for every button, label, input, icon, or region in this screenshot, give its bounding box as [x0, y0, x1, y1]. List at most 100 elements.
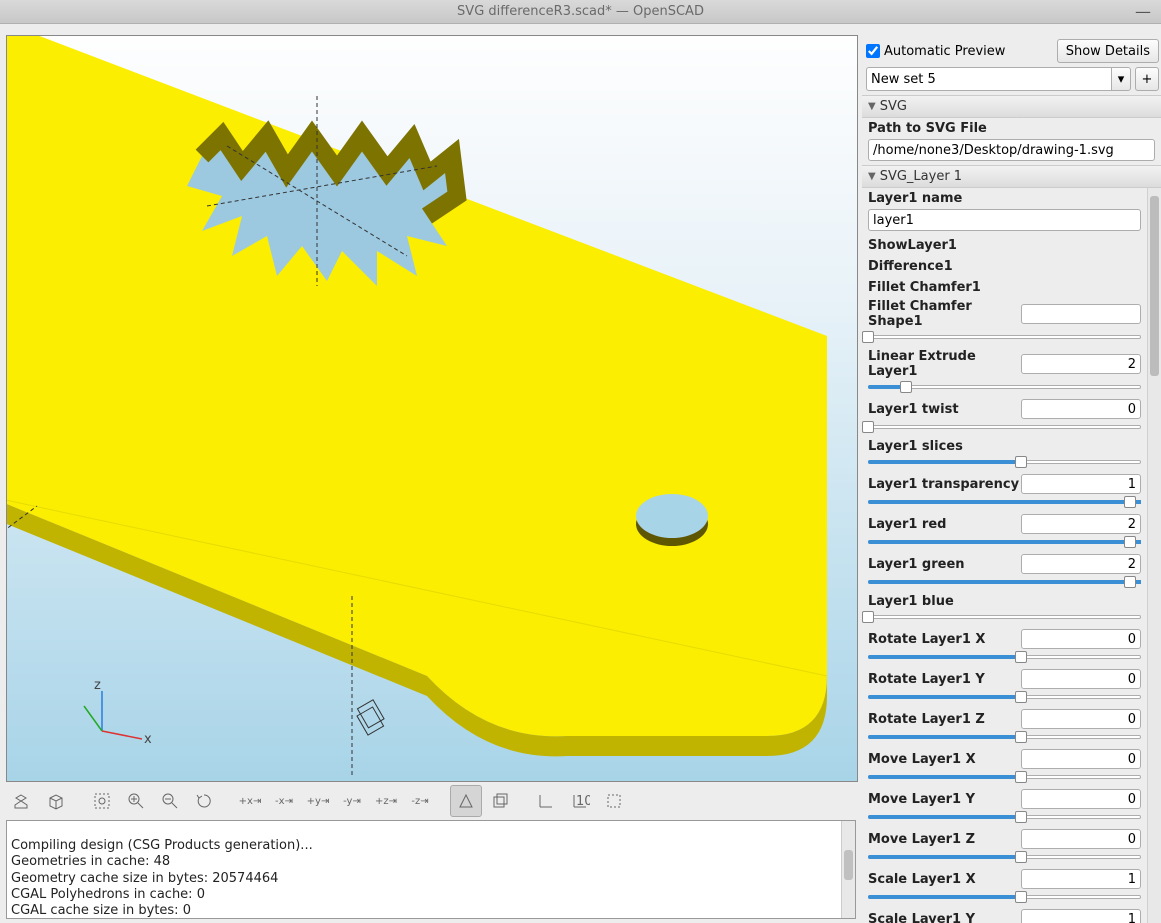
reset-view-icon[interactable]	[188, 785, 220, 817]
param-label: Move Layer1 Y	[868, 792, 1021, 807]
filletchamfer1-label: Fillet Chamfer1	[862, 277, 1147, 298]
param-row: Layer1 slices	[862, 438, 1147, 455]
view-plus-x-icon[interactable]: +x⇥	[234, 785, 266, 817]
orthographic-icon[interactable]	[484, 785, 516, 817]
section-svg[interactable]: ▼SVG	[862, 95, 1161, 118]
zoom-out-icon[interactable]	[154, 785, 186, 817]
console-scrollbar[interactable]	[841, 821, 855, 918]
showlayer1-label: ShowLayer1	[862, 235, 1147, 256]
param-row: Rotate Layer1 Y	[862, 668, 1147, 690]
chevron-down-icon[interactable]: ▾	[1111, 67, 1131, 91]
param-input[interactable]	[1021, 354, 1141, 374]
param-row: Linear Extrude Layer1	[862, 348, 1147, 380]
param-input[interactable]	[1021, 909, 1141, 923]
param-row: Layer1 red	[862, 513, 1147, 535]
param-input[interactable]	[1021, 304, 1141, 324]
param-label: Scale Layer1 Y	[868, 912, 1021, 923]
param-label: Rotate Layer1 Y	[868, 672, 1021, 687]
view-minus-x-icon[interactable]: -x⇥	[268, 785, 300, 817]
preset-combo[interactable]: ▾	[866, 67, 1131, 91]
add-preset-button[interactable]: +	[1135, 67, 1159, 91]
param-row: Move Layer1 X	[862, 748, 1147, 770]
param-row: Rotate Layer1 X	[862, 628, 1147, 650]
param-input[interactable]	[1021, 829, 1141, 849]
param-slider[interactable]	[868, 850, 1141, 864]
param-input[interactable]	[1021, 709, 1141, 729]
cube-icon[interactable]	[40, 785, 72, 817]
panel-scrollbar[interactable]	[1147, 188, 1161, 923]
param-input[interactable]	[1021, 669, 1141, 689]
param-row: Layer1 transparency	[862, 473, 1147, 495]
param-row: Scale Layer1 Y	[862, 908, 1147, 923]
param-row: Layer1 blue	[862, 593, 1147, 610]
param-input[interactable]	[1021, 399, 1141, 419]
param-row: Rotate Layer1 Z	[862, 708, 1147, 730]
show-details-button[interactable]: Show Details	[1057, 39, 1159, 63]
param-input[interactable]	[1021, 474, 1141, 494]
param-label: Fillet Chamfer Shape1	[868, 299, 1021, 329]
3d-viewport[interactable]: z x	[6, 35, 858, 782]
param-input[interactable]	[1021, 514, 1141, 534]
param-slider[interactable]	[868, 890, 1141, 904]
view-plus-y-icon[interactable]: +y⇥	[302, 785, 334, 817]
param-slider[interactable]	[868, 610, 1141, 624]
param-label: Move Layer1 X	[868, 752, 1021, 767]
viewport-render: z x	[7, 36, 857, 781]
param-row: Layer1 green	[862, 553, 1147, 575]
view-plus-z-icon[interactable]: +z⇥	[370, 785, 402, 817]
param-label: Layer1 green	[868, 557, 1021, 572]
param-label: Layer1 red	[868, 517, 1021, 532]
window-titlebar: SVG differenceR3.scad* — OpenSCAD —	[0, 0, 1161, 24]
param-input[interactable]	[1021, 869, 1141, 889]
svg-text:x: x	[144, 732, 152, 747]
zoom-in-icon[interactable]	[120, 785, 152, 817]
layer1name-label: Layer1 name	[862, 188, 1147, 209]
param-input[interactable]	[1021, 789, 1141, 809]
view-toolbar: +x⇥ -x⇥ +y⇥ -y⇥ +z⇥ -z⇥ 10	[0, 782, 862, 820]
param-label: Layer1 transparency	[868, 477, 1021, 492]
param-row: Layer1 twist	[862, 398, 1147, 420]
param-slider[interactable]	[868, 690, 1141, 704]
param-input[interactable]	[1021, 749, 1141, 769]
view-minus-z-icon[interactable]: -z⇥	[404, 785, 436, 817]
param-slider[interactable]	[868, 535, 1141, 549]
param-slider[interactable]	[868, 420, 1141, 434]
minimize-icon[interactable]: —	[1135, 2, 1151, 21]
param-label: Rotate Layer1 X	[868, 632, 1021, 647]
param-label: Move Layer1 Z	[868, 832, 1021, 847]
param-row: Move Layer1 Y	[862, 788, 1147, 810]
param-slider[interactable]	[868, 770, 1141, 784]
customizer-panel: Automatic Preview Show Details ▾ + ▼SVG …	[862, 35, 1161, 923]
param-input[interactable]	[1021, 629, 1141, 649]
console-output: Compiling design (CSG Products generatio…	[6, 820, 856, 919]
window-title: SVG differenceR3.scad* — OpenSCAD	[457, 4, 704, 19]
param-input[interactable]	[1021, 554, 1141, 574]
show-edges-icon[interactable]	[598, 785, 630, 817]
param-label: Rotate Layer1 Z	[868, 712, 1021, 727]
preview-icon[interactable]	[6, 785, 38, 817]
svg-path-input[interactable]	[868, 139, 1155, 161]
axes-icon[interactable]	[530, 785, 562, 817]
param-slider[interactable]	[868, 380, 1141, 394]
scalemarkers-icon[interactable]: 10	[564, 785, 596, 817]
param-label: Layer1 blue	[868, 594, 1141, 609]
perspective-icon[interactable]	[450, 785, 482, 817]
param-slider[interactable]	[868, 810, 1141, 824]
param-slider[interactable]	[868, 455, 1141, 469]
param-slider[interactable]	[868, 730, 1141, 744]
auto-preview-checkbox[interactable]: Automatic Preview	[866, 44, 1051, 59]
zoom-all-icon[interactable]	[86, 785, 118, 817]
layer1name-input[interactable]	[868, 209, 1141, 231]
param-label: Layer1 slices	[868, 439, 1141, 454]
param-row: Move Layer1 Z	[862, 828, 1147, 850]
param-slider[interactable]	[868, 650, 1141, 664]
param-label: Linear Extrude Layer1	[868, 349, 1021, 379]
param-row: Scale Layer1 X	[862, 868, 1147, 890]
section-svg-layer1[interactable]: ▼SVG_Layer 1	[862, 165, 1161, 188]
difference1-label: Difference1	[862, 256, 1147, 277]
param-slider[interactable]	[868, 330, 1141, 344]
param-slider[interactable]	[868, 575, 1141, 589]
param-slider[interactable]	[868, 495, 1141, 509]
view-minus-y-icon[interactable]: -y⇥	[336, 785, 368, 817]
param-row: Fillet Chamfer Shape1	[862, 298, 1147, 330]
